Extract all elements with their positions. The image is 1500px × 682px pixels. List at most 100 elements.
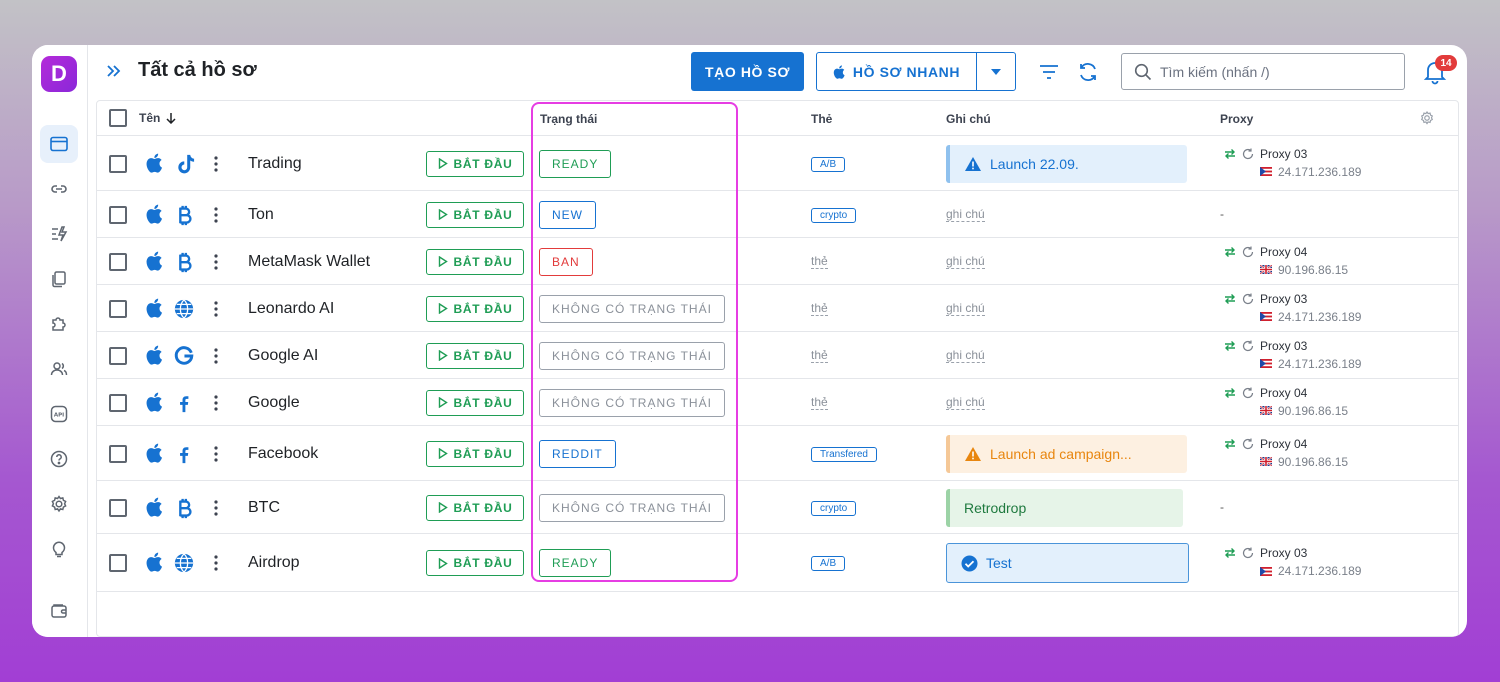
more-vertical-icon[interactable] <box>213 499 219 517</box>
proxy-info[interactable]: Proxy 03 24.171.236.189 <box>1224 291 1361 325</box>
proxy-info[interactable]: Proxy 03 24.171.236.189 <box>1224 146 1361 180</box>
start-button[interactable]: BẮT ĐẦU <box>426 150 524 177</box>
note-card[interactable]: Test <box>946 543 1189 583</box>
row-checkbox[interactable] <box>109 393 127 412</box>
double-chevron-right-icon[interactable] <box>104 61 124 81</box>
tag-placeholder[interactable]: thẻ <box>811 301 828 316</box>
sidebar-item-api[interactable]: API <box>40 395 78 433</box>
select-all-checkbox[interactable] <box>109 109 127 127</box>
more-vertical-icon[interactable] <box>213 554 219 572</box>
sidebar-item-automation[interactable] <box>40 215 78 253</box>
row-checkbox[interactable] <box>109 205 127 224</box>
start-button[interactable]: BẮT ĐẦU <box>426 389 524 416</box>
quick-profile-dropdown[interactable] <box>977 53 1015 90</box>
search-input[interactable] <box>1160 63 1390 80</box>
proxy-info[interactable]: Proxy 04 90.196.86.15 <box>1224 244 1348 278</box>
sidebar-item-copy[interactable] <box>40 260 78 298</box>
table-row[interactable]: Airdrop BẮT ĐẦU READY A/B Test Proxy 03 24.1… <box>97 534 1458 592</box>
table-row[interactable]: BTC BẮT ĐẦU KHÔNG CÓ TRẠNG THÁI crypto Retro… <box>97 481 1458 534</box>
refresh-icon[interactable] <box>1242 293 1254 305</box>
status-badge[interactable]: REDDIT <box>539 439 616 468</box>
refresh-icon[interactable] <box>1242 246 1254 258</box>
more-vertical-icon[interactable] <box>213 206 219 224</box>
column-tag-header[interactable]: Thẻ <box>811 112 832 126</box>
row-checkbox[interactable] <box>109 498 127 517</box>
sidebar-item-wallet[interactable] <box>40 592 78 630</box>
start-button[interactable]: BẮT ĐẦU <box>426 440 524 467</box>
column-note-header[interactable]: Ghi chú <box>946 112 991 126</box>
proxy-info[interactable]: Proxy 03 24.171.236.189 <box>1224 545 1361 579</box>
refresh-icon[interactable] <box>1242 387 1254 399</box>
app-logo[interactable]: D <box>41 56 77 92</box>
profile-name[interactable]: Leonardo AI <box>248 300 334 318</box>
table-row[interactable]: Ton BẮT ĐẦU NEW crypto ghi chú - <box>97 191 1458 238</box>
note-card[interactable]: Retrodrop <box>946 488 1183 527</box>
note-placeholder[interactable]: ghi chú <box>946 395 985 410</box>
row-checkbox[interactable] <box>109 154 127 173</box>
start-button[interactable]: BẮT ĐẦU <box>426 201 524 228</box>
note-placeholder[interactable]: ghi chú <box>946 301 985 316</box>
column-settings-icon[interactable] <box>1419 110 1435 126</box>
table-row[interactable]: Leonardo AI BẮT ĐẦU KHÔNG CÓ TRẠNG THÁI thẻ… <box>97 285 1458 332</box>
tag-chip[interactable]: crypto <box>811 207 857 223</box>
status-badge[interactable]: KHÔNG CÓ TRẠNG THÁI <box>539 388 725 417</box>
start-button[interactable]: BẮT ĐẦU <box>426 494 524 521</box>
profile-name[interactable]: Airdrop <box>248 554 300 572</box>
table-row[interactable]: Facebook BẮT ĐẦU REDDIT Transfered Launch ad… <box>97 426 1458 481</box>
profile-name[interactable]: Google <box>248 394 300 412</box>
table-row[interactable]: Trading BẮT ĐẦU READY A/B Launch 22.09. Prox… <box>97 136 1458 191</box>
start-button[interactable]: BẮT ĐẦU <box>426 342 524 369</box>
note-placeholder[interactable]: ghi chú <box>946 348 985 363</box>
column-name-header[interactable]: Tên <box>139 111 176 125</box>
tag-chip[interactable]: Transfered <box>811 446 877 462</box>
row-checkbox[interactable] <box>109 554 127 572</box>
more-vertical-icon[interactable] <box>213 394 219 412</box>
proxy-info[interactable]: Proxy 04 90.196.86.15 <box>1224 385 1348 419</box>
tag-chip[interactable]: A/B <box>811 556 846 571</box>
tag-chip[interactable]: A/B <box>811 156 846 172</box>
sidebar-item-settings[interactable] <box>40 485 78 523</box>
search-box[interactable] <box>1121 53 1405 90</box>
table-row[interactable]: MetaMask Wallet BẮT ĐẦU BAN thẻ ghi chú Prox… <box>97 238 1458 285</box>
refresh-icon[interactable] <box>1077 61 1099 83</box>
status-badge[interactable]: KHÔNG CÓ TRẠNG THÁI <box>539 294 725 323</box>
refresh-icon[interactable] <box>1242 438 1254 450</box>
sidebar-item-extensions[interactable] <box>40 305 78 343</box>
sidebar-item-links[interactable] <box>40 170 78 208</box>
more-vertical-icon[interactable] <box>213 253 219 271</box>
tag-placeholder[interactable]: thẻ <box>811 254 828 269</box>
note-card[interactable]: Launch 22.09. <box>946 144 1187 183</box>
refresh-icon[interactable] <box>1242 148 1254 160</box>
more-vertical-icon[interactable] <box>213 347 219 365</box>
more-vertical-icon[interactable] <box>213 300 219 318</box>
status-badge[interactable]: KHÔNG CÓ TRẠNG THÁI <box>539 341 725 370</box>
refresh-icon[interactable] <box>1242 340 1254 352</box>
profile-name[interactable]: Facebook <box>248 445 318 463</box>
row-checkbox[interactable] <box>109 299 127 318</box>
table-row[interactable]: Google AI BẮT ĐẦU KHÔNG CÓ TRẠNG THÁI thẻ gh… <box>97 332 1458 379</box>
column-status-header[interactable]: Trạng thái <box>540 112 597 126</box>
row-checkbox[interactable] <box>109 252 127 271</box>
sidebar-item-profiles[interactable] <box>40 125 78 163</box>
more-vertical-icon[interactable] <box>213 445 219 463</box>
status-badge[interactable]: BAN <box>539 247 593 276</box>
status-badge[interactable]: READY <box>539 549 612 577</box>
profile-name[interactable]: MetaMask Wallet <box>248 253 370 271</box>
profile-name[interactable]: Google AI <box>248 347 318 365</box>
status-badge[interactable]: NEW <box>539 200 596 229</box>
status-badge[interactable]: KHÔNG CÓ TRẠNG THÁI <box>539 493 725 522</box>
tag-placeholder[interactable]: thẻ <box>811 395 828 410</box>
note-placeholder[interactable]: ghi chú <box>946 207 985 222</box>
note-card[interactable]: Launch ad campaign... <box>946 434 1187 473</box>
start-button[interactable]: BẮT ĐẦU <box>426 550 524 576</box>
refresh-icon[interactable] <box>1242 547 1254 559</box>
proxy-info[interactable]: Proxy 03 24.171.236.189 <box>1224 338 1361 372</box>
row-checkbox[interactable] <box>109 444 127 463</box>
status-badge[interactable]: READY <box>539 149 612 178</box>
quick-profile-button[interactable]: HỒ SƠ NHANH <box>817 53 977 90</box>
tag-placeholder[interactable]: thẻ <box>811 348 828 363</box>
table-row[interactable]: Google BẮT ĐẦU KHÔNG CÓ TRẠNG THÁI thẻ ghi c… <box>97 379 1458 426</box>
tag-chip[interactable]: crypto <box>811 500 857 516</box>
column-proxy-header[interactable]: Proxy <box>1220 112 1253 126</box>
sidebar-item-help[interactable] <box>40 440 78 478</box>
